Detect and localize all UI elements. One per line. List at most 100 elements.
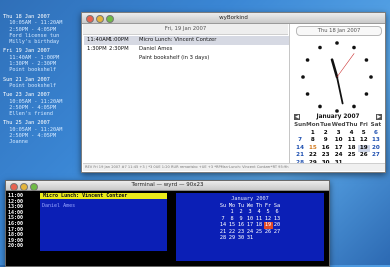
calendar-day[interactable]: 21 (294, 152, 306, 160)
clock-tick (352, 104, 356, 109)
terminal-titlebar[interactable]: Terminal — wyrd — 90x23 (6, 181, 329, 191)
calendar-day[interactable]: 12 (358, 137, 370, 145)
calendar-day[interactable]: 14 (294, 145, 306, 153)
analog-clock (301, 41, 373, 113)
calendar-day[interactable]: 7 (294, 137, 306, 145)
calendar-day[interactable]: 15 (306, 145, 319, 153)
terminal-calendar-day[interactable]: 28 (219, 235, 228, 242)
calendar-day[interactable]: 3 (332, 130, 346, 138)
mini-calendar: ◀ January 2007 ▶ Sun Mon Tue Wed Thu Fri Sat 1 2… (294, 113, 382, 168)
minimize-icon[interactable] (20, 183, 28, 191)
calendar-day[interactable]: 9 (320, 137, 332, 145)
time-column: 11:00 12:00 13:00 14:00 15:00 16:00 17:00 18:00… (8, 193, 24, 250)
calendar-day[interactable]: 8 (306, 137, 319, 145)
event-start: 1:30PM (87, 46, 107, 52)
agenda-line: Point bookshelf (3, 67, 57, 74)
terminal-calendar-day[interactable]: 29 (228, 235, 237, 242)
calendar-day[interactable]: 2 (320, 130, 332, 138)
weekday-label: Sun (294, 122, 307, 128)
calendar-window: wyBorkind Fri, 19 Jan 2007 Thu 18 Jan 20… (81, 12, 386, 173)
terminal-window-controls (10, 183, 38, 191)
terminal-event[interactable]: Micro Lunch: Vincent Contzer (40, 193, 167, 199)
prev-month-icon[interactable]: ◀ (294, 114, 300, 120)
weekday-label: Wed (331, 122, 346, 128)
calendar-day[interactable]: 18 (346, 145, 358, 153)
terminal-calendar-day (264, 235, 273, 242)
calendar-day[interactable]: 26 (358, 152, 370, 160)
zoom-icon[interactable] (106, 15, 114, 23)
zoom-icon[interactable] (30, 183, 38, 191)
event-start: 11:40AM (87, 37, 111, 43)
pane-divider[interactable] (289, 24, 290, 163)
calendar-day[interactable]: 11 (346, 137, 358, 145)
event-text: Paint bookshelf (in 3 days) (139, 55, 210, 61)
calendar-day[interactable]: 5 (358, 130, 370, 138)
window-controls (86, 15, 114, 23)
calendar-day[interactable]: 24 (332, 152, 346, 160)
event-row[interactable]: Paint bookshelf (in 3 days) (84, 54, 289, 63)
calendar-day[interactable]: 6 (370, 130, 382, 138)
calendar-day (294, 130, 306, 138)
calendar-day[interactable]: 16 (320, 145, 332, 153)
events-list: 11:40AM 1:00PM Micro Lunch: Vincent Contze… (84, 36, 289, 63)
desktop-agenda: Thu 18 Jan 2007 10:05AM - 11:20AM 2:50PM… (3, 14, 83, 146)
day-header: Fri, 19 Jan 2007 (83, 24, 288, 35)
terminal-calendar-day (255, 235, 264, 242)
month-label: January 2007 (316, 114, 360, 120)
weekday-label: Sat (370, 122, 382, 128)
calendar-day[interactable]: 25 (346, 152, 358, 160)
event-end: 1:00PM (109, 37, 129, 43)
clock-hour-hand (330, 58, 339, 79)
clock-tick (352, 45, 356, 50)
date-field[interactable]: Thu 18 Jan 2007 (296, 26, 382, 36)
next-month-icon[interactable]: ▶ (376, 114, 382, 120)
terminal-event[interactable]: Daniel Ames (42, 203, 75, 209)
calendar-day[interactable]: 20 (370, 145, 382, 153)
clock-tick (335, 41, 339, 45)
terminal-window: Terminal — wyrd — 90x23 11:00 12:00 13:00 1… (5, 180, 330, 267)
clock-tick (369, 75, 373, 79)
clock-tick (318, 104, 322, 109)
minimize-icon[interactable] (96, 15, 104, 23)
clock-tick (301, 75, 305, 79)
clock-tick (305, 92, 310, 96)
weekday-label: Tue (320, 122, 332, 128)
day-schedule: Micro Lunch: Vincent Contzer Daniel Ames (40, 193, 167, 251)
calendar-day[interactable]: 10 (332, 137, 346, 145)
calendar-day[interactable]: 22 (306, 152, 319, 160)
calendar-titlebar[interactable]: wyBorkind (82, 13, 385, 24)
event-row[interactable]: 1:30PM 2:30PM Daniel Ames (84, 45, 289, 54)
time-label: 20:00 (8, 243, 24, 250)
mini-calendar-header: ◀ January 2007 ▶ (294, 113, 382, 122)
terminal-calendar-grid: Su Mo Tu We Th Fr Sa 1 2 3 4 5 6 7 8 9 10 11 12 13 14 15 16 17 1… (176, 203, 324, 242)
agenda-line: Joanne (3, 139, 28, 146)
agenda-line: Ellen's friend (3, 111, 53, 118)
clock-tick (364, 58, 369, 62)
calendar-day[interactable]: 23 (320, 152, 332, 160)
terminal-calendar: January 2007 Su Mo Tu We Th Fr Sa 1 2 3 4 5 6 7 8 9 10 11… (176, 193, 324, 261)
calendar-day[interactable]: 19 (357, 144, 370, 153)
agenda-line: Milly's birthday (3, 39, 60, 46)
event-text: Micro Lunch: Vincent Contzer (139, 37, 217, 43)
event-row[interactable]: 11:40AM 1:00PM Micro Lunch: Vincent Contze… (84, 36, 289, 45)
mini-calendar-grid: Sun Mon Tue Wed Thu Fri Sat 1 2 3 4 5 6 7 8 9 10 11 12 13 14… (294, 122, 382, 168)
calendar-day[interactable]: 27 (370, 152, 382, 160)
terminal-calendar-day[interactable]: 31 (246, 235, 255, 242)
clock-tick (305, 58, 310, 62)
close-icon[interactable] (86, 15, 94, 23)
clock-tick (318, 45, 322, 50)
calendar-day[interactable]: 13 (370, 137, 382, 145)
weekday-label: Thu (345, 122, 358, 128)
terminal-calendar-day[interactable]: 30 (237, 235, 246, 242)
event-text: Daniel Ames (139, 46, 173, 52)
event-end: 2:30PM (109, 46, 129, 52)
close-icon[interactable] (10, 183, 18, 191)
status-bar: REV Fri 19 Jan 2007 #7 11:45 +3 / *3 0UE… (83, 163, 385, 171)
clock-tick (364, 92, 369, 96)
terminal-body[interactable]: 11:00 12:00 13:00 14:00 15:00 16:00 17:00 18:00… (6, 191, 329, 266)
calendar-day[interactable]: 4 (346, 130, 358, 138)
clock-minute-hand (336, 76, 344, 105)
calendar-day[interactable]: 17 (332, 145, 346, 153)
terminal-title: Terminal — wyrd — 90x23 (131, 182, 204, 188)
calendar-day[interactable]: 1 (306, 130, 319, 138)
